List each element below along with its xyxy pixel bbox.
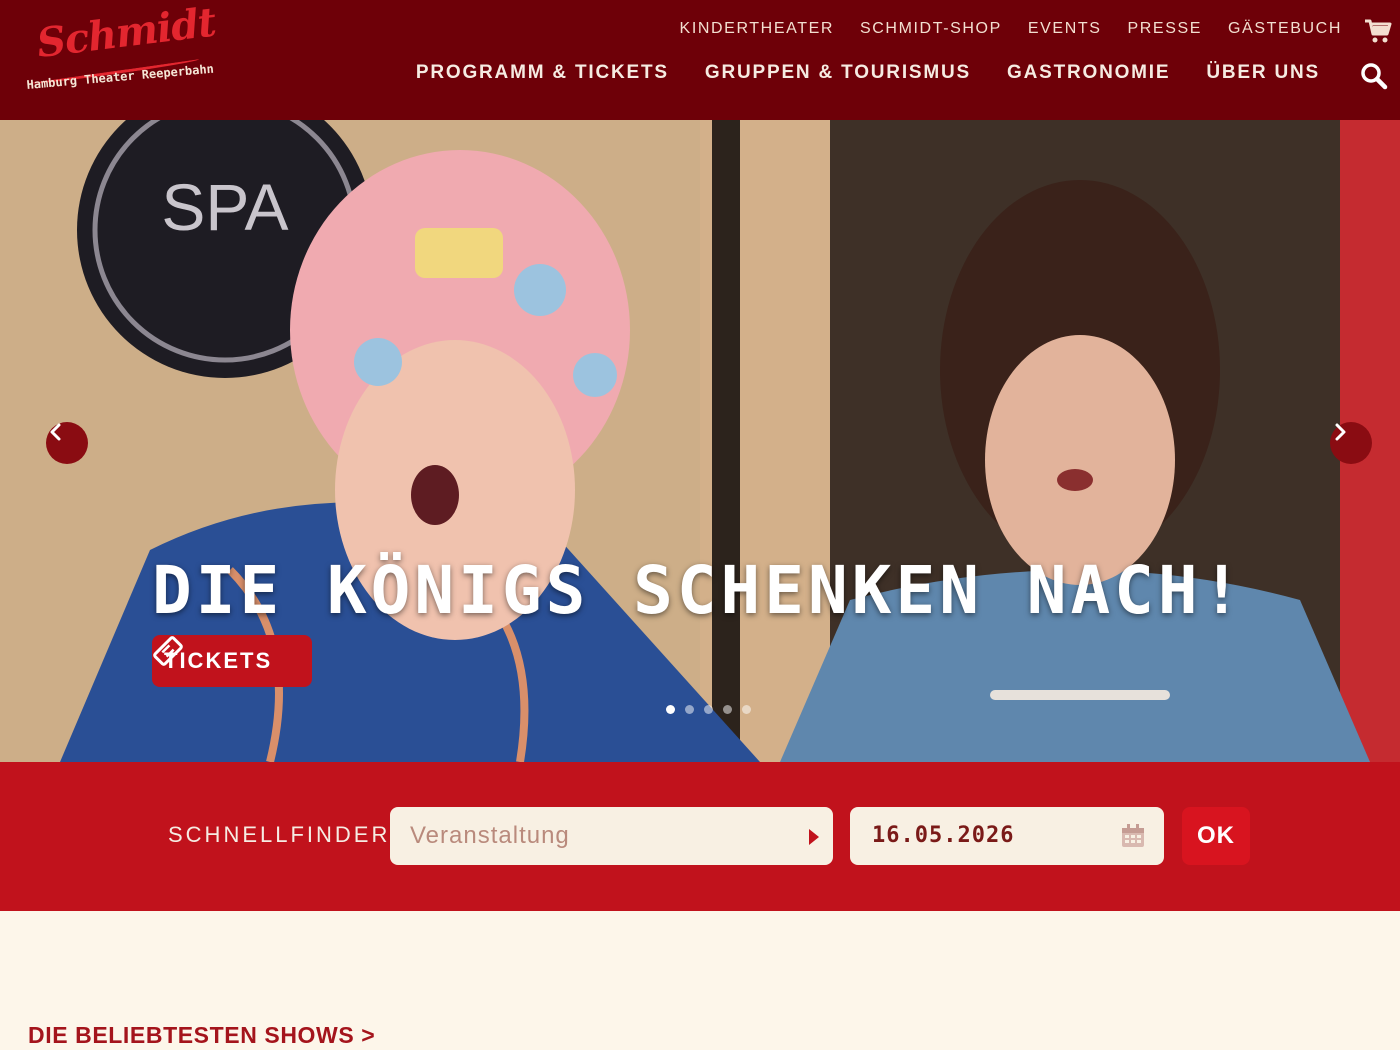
popular-shows-link[interactable]: DIE BELIEBTESTEN SHOWS > (28, 1022, 375, 1049)
slider-dot-4[interactable] (723, 705, 732, 714)
slider-prev-button[interactable] (46, 422, 88, 464)
slider-dot-2[interactable] (685, 705, 694, 714)
hero-slider[interactable]: SPA DIE KÖNIGS SCHENKEN NACH! TICKETS (0, 120, 1400, 762)
caret-right-icon (809, 829, 819, 845)
chevron-right-icon (1335, 423, 1346, 441)
event-select-placeholder: Veranstaltung (410, 822, 570, 849)
main-navigation: PROGRAMM & TICKETS GRUPPEN & TOURISMUS G… (416, 62, 1320, 84)
svg-text:SPA: SPA (161, 170, 288, 244)
cart-icon[interactable] (1364, 18, 1392, 44)
topnav-events[interactable]: EVENTS (1028, 20, 1102, 38)
topnav-schmidt-shop[interactable]: SCHMIDT-SHOP (860, 20, 1002, 38)
mainnav-ueber-uns[interactable]: ÜBER UNS (1206, 62, 1320, 84)
slider-dot-1[interactable] (666, 705, 675, 714)
date-value: 16.05.2026 (872, 823, 1015, 848)
event-select[interactable]: Veranstaltung (390, 807, 833, 865)
ok-button[interactable]: OK (1182, 807, 1250, 865)
slider-dot-3[interactable] (704, 705, 713, 714)
mainnav-gastronomie[interactable]: GASTRONOMIE (1007, 62, 1170, 84)
schmidt-logo[interactable]: Schmidt Hamburg Theater Reeperbahn (26, 0, 226, 104)
site-header: Schmidt Hamburg Theater Reeperbahn KINDE… (0, 0, 1400, 120)
search-icon[interactable] (1360, 62, 1388, 90)
slider-dot-5[interactable] (742, 705, 751, 714)
tickets-button[interactable]: TICKETS (152, 635, 312, 687)
topnav-kindertheater[interactable]: KINDERTHEATER (680, 20, 834, 38)
calendar-icon[interactable] (1120, 823, 1146, 849)
mainnav-gruppen-tourismus[interactable]: GRUPPEN & TOURISMUS (705, 62, 971, 84)
top-navigation: KINDERTHEATER SCHMIDT-SHOP EVENTS PRESSE… (680, 20, 1342, 38)
quick-finder-label: SCHNELLFINDER: (168, 822, 400, 847)
date-field[interactable]: 16.05.2026 (850, 807, 1164, 865)
hero-title: DIE KÖNIGS SCHENKEN NACH! (152, 552, 1246, 629)
topnav-gaestebuch[interactable]: GÄSTEBUCH (1228, 20, 1342, 38)
slider-dots (666, 705, 751, 714)
slider-next-button[interactable] (1330, 422, 1372, 464)
quick-finder: SCHNELLFINDER: Veranstaltung 16.05.2026 … (0, 762, 1400, 911)
ticket-icon (153, 636, 183, 666)
chevron-left-icon (50, 423, 61, 441)
mainnav-programm-tickets[interactable]: PROGRAMM & TICKETS (416, 62, 669, 84)
topnav-presse[interactable]: PRESSE (1128, 20, 1203, 38)
logo-wordmark: Schmidt (34, 0, 218, 67)
